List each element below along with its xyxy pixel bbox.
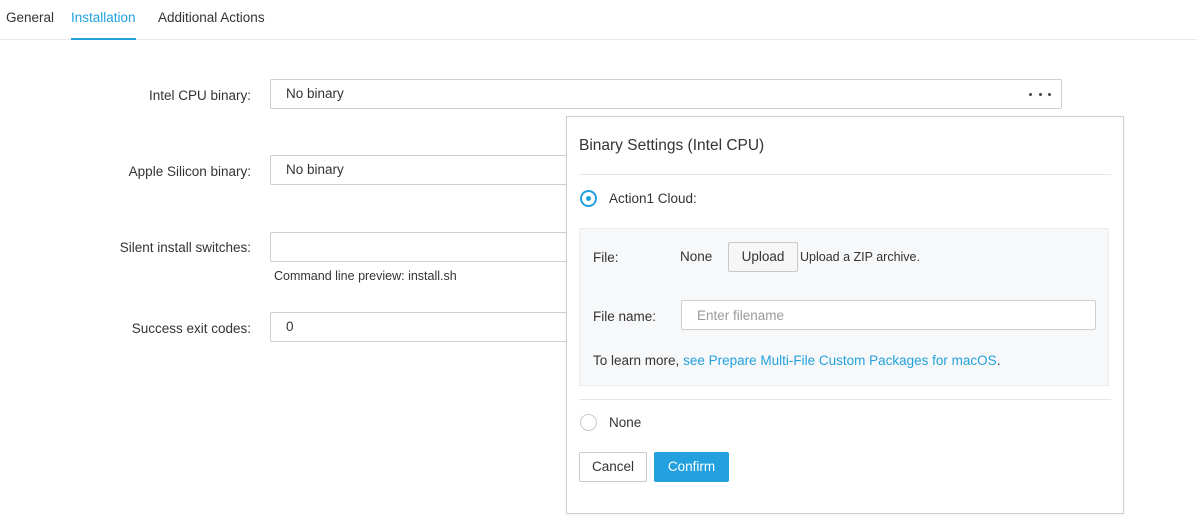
apple-binary-value: No binary <box>286 162 344 177</box>
confirm-button[interactable]: Confirm <box>654 452 729 482</box>
binary-settings-popup: Binary Settings (Intel CPU) Action1 Clou… <box>566 116 1124 514</box>
learn-more-suffix: . <box>996 353 1001 368</box>
intel-binary-value: No binary <box>286 86 344 101</box>
tab-additional-actions[interactable]: Additional Actions <box>158 0 265 40</box>
file-name-label: File name: <box>593 309 657 324</box>
command-line-preview: Command line preview: install.sh <box>274 269 457 283</box>
learn-more-link[interactable]: see Prepare Multi-File Custom Packages f… <box>683 353 997 368</box>
option-action1-cloud-label[interactable]: Action1 Cloud: <box>609 191 697 206</box>
silent-switches-label: Silent install switches: <box>119 240 251 255</box>
divider <box>579 399 1111 400</box>
cloud-file-panel: File: None Upload Upload a ZIP archive. … <box>579 228 1109 386</box>
learn-more-prefix: To learn more, <box>593 353 680 368</box>
upload-hint: Upload a ZIP archive. <box>800 250 920 264</box>
intel-binary-field[interactable]: No binary <box>270 79 1062 109</box>
option-none-label[interactable]: None <box>609 415 641 430</box>
exit-codes-label: Success exit codes: <box>131 321 251 336</box>
divider <box>579 174 1111 175</box>
tab-general[interactable]: General <box>6 0 54 40</box>
tab-installation[interactable]: Installation <box>71 0 136 40</box>
file-label: File: <box>593 250 619 265</box>
file-name-input[interactable] <box>681 300 1096 330</box>
radio-checked-icon[interactable] <box>580 190 597 207</box>
file-value: None <box>680 249 713 264</box>
cancel-button[interactable]: Cancel <box>579 452 647 482</box>
apple-binary-label: Apple Silicon binary: <box>128 164 251 179</box>
radio-unchecked-icon[interactable] <box>580 414 597 431</box>
ellipsis-horizontal-icon[interactable] <box>1029 80 1051 108</box>
silent-switches-input[interactable] <box>270 232 570 262</box>
upload-button[interactable]: Upload <box>728 242 798 272</box>
intel-binary-label: Intel CPU binary: <box>148 88 251 103</box>
tab-bar: General Installation Additional Actions <box>0 0 1197 40</box>
learn-more-text: To learn more, see Prepare Multi-File Cu… <box>593 353 1000 368</box>
exit-codes-input[interactable]: 0 <box>270 312 570 342</box>
exit-codes-value: 0 <box>286 319 294 334</box>
apple-binary-field[interactable]: No binary <box>270 155 570 185</box>
popup-title: Binary Settings (Intel CPU) <box>579 137 765 154</box>
